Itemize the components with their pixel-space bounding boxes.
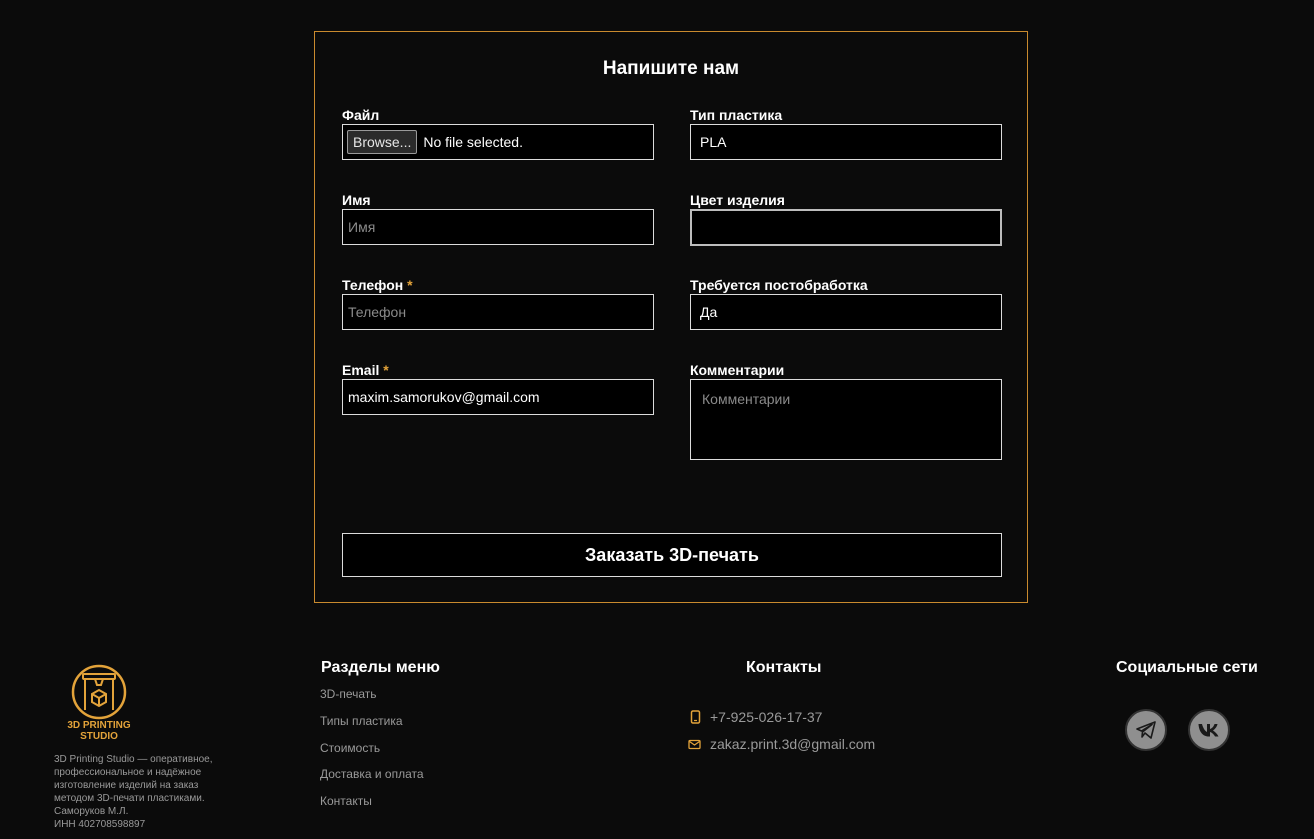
telegram-icon	[1136, 721, 1156, 739]
about-line: ИНН 402708598897	[54, 819, 146, 830]
comments-placeholder: Комментарии	[702, 391, 791, 407]
plastic-value: PLA	[700, 134, 727, 150]
postprocess-value: Да	[700, 304, 718, 320]
comments-textarea[interactable]: Комментарии	[690, 379, 1002, 460]
color-label: Цвет изделия	[690, 192, 785, 208]
name-label: Имя	[342, 192, 371, 208]
plastic-select[interactable]: PLA	[690, 124, 1002, 160]
contacts-heading: Контакты	[746, 659, 822, 676]
mail-icon	[688, 739, 701, 749]
vk-icon	[1198, 724, 1219, 737]
email-label: Email *	[342, 362, 389, 378]
about-line: Саморуков М.Л.	[54, 806, 129, 817]
menu-link-contacts[interactable]: Контакты	[320, 794, 372, 808]
submit-button[interactable]: Заказать 3D-печать	[342, 533, 1002, 577]
logo-text-line2: STUDIO	[80, 731, 118, 742]
vk-link[interactable]	[1188, 709, 1230, 751]
color-input[interactable]	[690, 209, 1002, 246]
menu-link-3d-printing[interactable]: 3D-печать	[320, 687, 377, 701]
email-input[interactable]: maxim.samorukov@gmail.com	[342, 379, 654, 415]
phone-icon	[690, 710, 701, 724]
social-heading: Социальные сети	[1116, 659, 1258, 676]
menu-link-delivery[interactable]: Доставка и оплата	[320, 767, 424, 781]
about-line: методом 3D-печати пластиками.	[54, 793, 205, 804]
studio-logo-icon	[71, 664, 127, 720]
phone-label: Телефон *	[342, 277, 413, 293]
file-label: Файл	[342, 107, 380, 123]
browse-button[interactable]: Browse...	[347, 130, 418, 154]
contact-email-text: zakaz.print.3d@gmail.com	[710, 736, 876, 752]
email-value: maxim.samorukov@gmail.com	[348, 389, 540, 405]
contact-phone[interactable]: +7-925-026-17-37	[690, 709, 822, 725]
logo-text: 3D PRINTING STUDIO	[54, 720, 144, 742]
logo-text-line1: 3D PRINTING	[67, 720, 131, 731]
postprocess-select[interactable]: Да	[690, 294, 1002, 330]
plastic-label: Тип пластика	[690, 107, 783, 123]
menu-link-plastic-types[interactable]: Типы пластика	[320, 714, 403, 728]
about-line: профессиональное и надёжное	[54, 767, 202, 778]
postprocess-label: Требуется постобработка	[690, 277, 868, 293]
name-placeholder: Имя	[348, 219, 376, 235]
email-required-mark: *	[383, 362, 389, 378]
form-title: Напишите нам	[602, 58, 740, 79]
phone-placeholder: Телефон	[348, 304, 407, 320]
telegram-link[interactable]	[1125, 709, 1167, 751]
contact-phone-text: +7-925-026-17-37	[710, 709, 823, 725]
phone-label-text: Телефон	[342, 277, 404, 293]
contact-email[interactable]: zakaz.print.3d@gmail.com	[688, 736, 875, 752]
phone-required-mark: *	[407, 277, 413, 293]
menu-link-price[interactable]: Стоимость	[320, 741, 380, 755]
about-text: 3D Printing Studio — оперативное, профес…	[54, 753, 254, 831]
about-line: изготовление изделий на заказ	[54, 780, 199, 791]
about-line: 3D Printing Studio — оперативное,	[54, 754, 213, 765]
file-status: No file selected.	[423, 134, 523, 150]
name-input[interactable]: Имя	[342, 209, 654, 245]
email-label-text: Email	[342, 362, 380, 378]
comments-label: Комментарии	[690, 362, 785, 378]
file-field[interactable]: Browse... No file selected.	[342, 124, 654, 160]
menu-heading: Разделы меню	[321, 659, 440, 676]
phone-input[interactable]: Телефон	[342, 294, 654, 330]
